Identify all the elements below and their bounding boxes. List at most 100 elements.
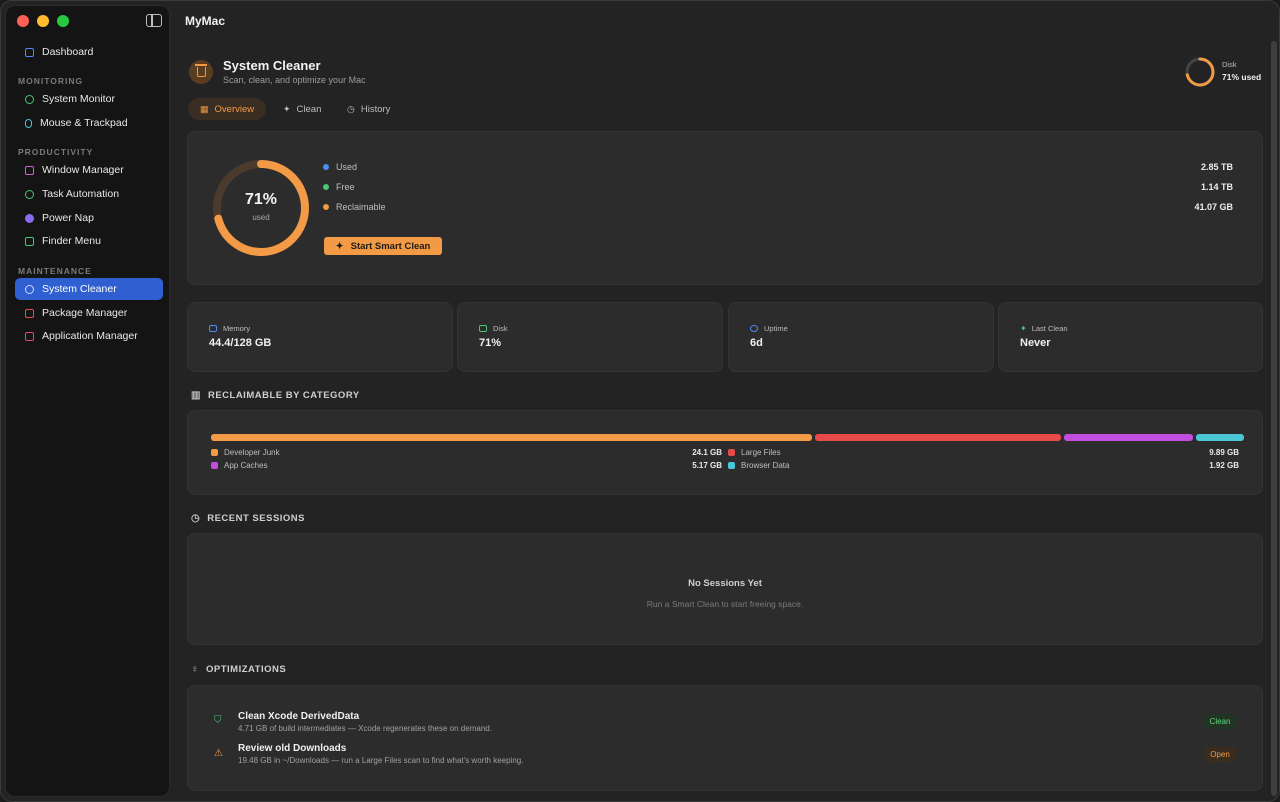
sidebar-section-productivity: PRODUCTIVITY [18, 147, 94, 157]
warning-icon: ⚠ [214, 748, 223, 759]
legend-label: Free [336, 182, 355, 192]
minimize-window-button[interactable] [37, 15, 49, 27]
sidebar-item-system-monitor[interactable]: System Monitor [15, 88, 163, 110]
window-controls [17, 15, 69, 27]
app-icon [25, 331, 34, 341]
stat-card-uptime [728, 302, 994, 372]
sidebar-item-mouse-trackpad[interactable]: Mouse & Trackpad [15, 112, 163, 134]
developer-junk-swatch [211, 449, 218, 456]
close-window-button[interactable] [17, 15, 29, 27]
tab-clean[interactable]: ✦ Clean [271, 98, 333, 120]
stat-label-text: Uptime [764, 324, 788, 333]
category-label: Large Files [741, 448, 781, 457]
optimization-title: Clean Xcode DerivedData [238, 711, 360, 722]
sidebar-section-maintenance: MAINTENANCE [18, 266, 92, 276]
bar-chart-icon: ▥ [191, 390, 201, 401]
clock-icon [25, 189, 34, 199]
large-files-value: 9.89 GB [1209, 448, 1239, 457]
disk-label: Disk [479, 324, 508, 333]
used-dot-icon [323, 164, 329, 170]
optimization-title: Review old Downloads [238, 743, 347, 754]
gauge-icon [25, 94, 34, 104]
disk-mini-value: 71% used [1222, 72, 1262, 82]
stat-label-text: Disk [493, 324, 508, 333]
memory-icon [209, 325, 217, 332]
sidebar-item-label: Mouse & Trackpad [40, 117, 128, 129]
category-label: App Caches [224, 461, 268, 470]
sidebar-item-task-automation[interactable]: Task Automation [15, 183, 163, 205]
sessions-empty-subtitle: Run a Smart Clean to start freeing space… [646, 599, 804, 609]
category-app-caches: App Caches [211, 461, 268, 470]
category-bar-segment [814, 434, 1062, 441]
tab-label: Overview [214, 103, 255, 115]
last-clean-label: ✦ Last Clean [1020, 324, 1068, 333]
sessions-empty-title: No Sessions Yet [688, 578, 762, 589]
sidebar-toggle-icon[interactable] [146, 14, 162, 27]
donut-percent: 71% [244, 191, 278, 208]
legend-free: Free [323, 182, 355, 192]
sidebar-item-window-manager[interactable]: Window Manager [15, 159, 163, 181]
clock-icon: ◷ [347, 103, 355, 114]
uptime-value: 6d [750, 337, 763, 349]
sparkle-icon: ✦ [1020, 324, 1027, 333]
developer-junk-value: 24.1 GB [692, 448, 722, 457]
donut-sublabel: used [252, 213, 270, 222]
sidebar: Dashboard MONITORING System Monitor Mous… [5, 5, 170, 797]
browser-data-value: 1.92 GB [1209, 461, 1239, 470]
clock-icon: ◷ [191, 513, 201, 524]
sessions-section-title: ◷ RECENT SESSIONS [191, 513, 305, 524]
zoom-window-button[interactable] [57, 15, 69, 27]
sidebar-item-finder-menu[interactable]: Finder Menu [15, 230, 163, 252]
disk-icon [479, 325, 487, 332]
legend-label: Reclaimable [336, 202, 386, 212]
app-caches-swatch [211, 462, 218, 469]
last-clean-value: Never [1020, 337, 1051, 349]
sparkle-icon: ✦ [283, 103, 291, 114]
sidebar-item-label: Dashboard [42, 46, 94, 58]
category-label: Developer Junk [224, 448, 280, 457]
button-label: Start Smart Clean [350, 240, 431, 252]
uptime-label: Uptime [750, 324, 788, 333]
sidebar-item-dashboard[interactable]: Dashboard [15, 41, 163, 63]
section-title-text: RECLAIMABLE BY CATEGORY [207, 390, 360, 401]
sidebar-item-label: Finder Menu [42, 235, 101, 247]
shield-check-icon: ⛉ [214, 715, 222, 726]
category-browser-data: Browser Data [728, 461, 789, 470]
browser-data-swatch [728, 462, 735, 469]
lightbulb-icon: ♀ [191, 664, 199, 675]
cleaner-icon [25, 284, 34, 294]
category-bar-segment [1064, 434, 1194, 441]
stat-label-text: Memory [223, 324, 251, 333]
sidebar-item-power-nap[interactable]: Power Nap [15, 207, 163, 229]
reclaimable-dot-icon [323, 204, 329, 210]
sidebar-item-application-manager[interactable]: Application Manager [15, 325, 163, 347]
page-subtitle: Scan, clean, and optimize your Mac [223, 75, 366, 85]
sidebar-item-label: Power Nap [42, 212, 94, 224]
scrollbar[interactable] [1271, 41, 1277, 796]
open-downloads-button[interactable]: Open [1203, 747, 1237, 762]
category-card [187, 410, 1263, 495]
moon-icon [25, 213, 34, 223]
optimization-subtitle: 4.71 GB of build intermediates — Xcode r… [238, 724, 492, 733]
legend-label: Used [336, 162, 358, 172]
start-smart-clean-button[interactable]: ✦ Start Smart Clean [324, 237, 442, 255]
grid-icon [25, 47, 34, 57]
sidebar-item-label: Package Manager [42, 307, 128, 319]
sidebar-item-package-manager[interactable]: Package Manager [15, 302, 163, 324]
category-developer-junk: Developer Junk [211, 448, 280, 457]
clock-icon [750, 325, 758, 332]
package-icon [25, 308, 34, 318]
clean-xcode-button[interactable]: Clean [1203, 714, 1237, 729]
category-bar-segment [1196, 434, 1244, 441]
tab-history[interactable]: ◷ History [335, 98, 402, 120]
sidebar-item-label: System Monitor [42, 93, 115, 105]
tab-overview[interactable]: ▦ Overview [188, 98, 267, 120]
menu-icon [25, 236, 34, 246]
category-bar-segment [211, 434, 812, 441]
legend-free-value: 1.14 TB [1200, 182, 1233, 192]
sidebar-item-system-cleaner[interactable]: System Cleaner [15, 278, 163, 300]
window-grid-icon [25, 165, 34, 175]
optimizations-card [187, 685, 1263, 791]
large-files-swatch [728, 449, 735, 456]
category-label: Browser Data [741, 461, 790, 470]
